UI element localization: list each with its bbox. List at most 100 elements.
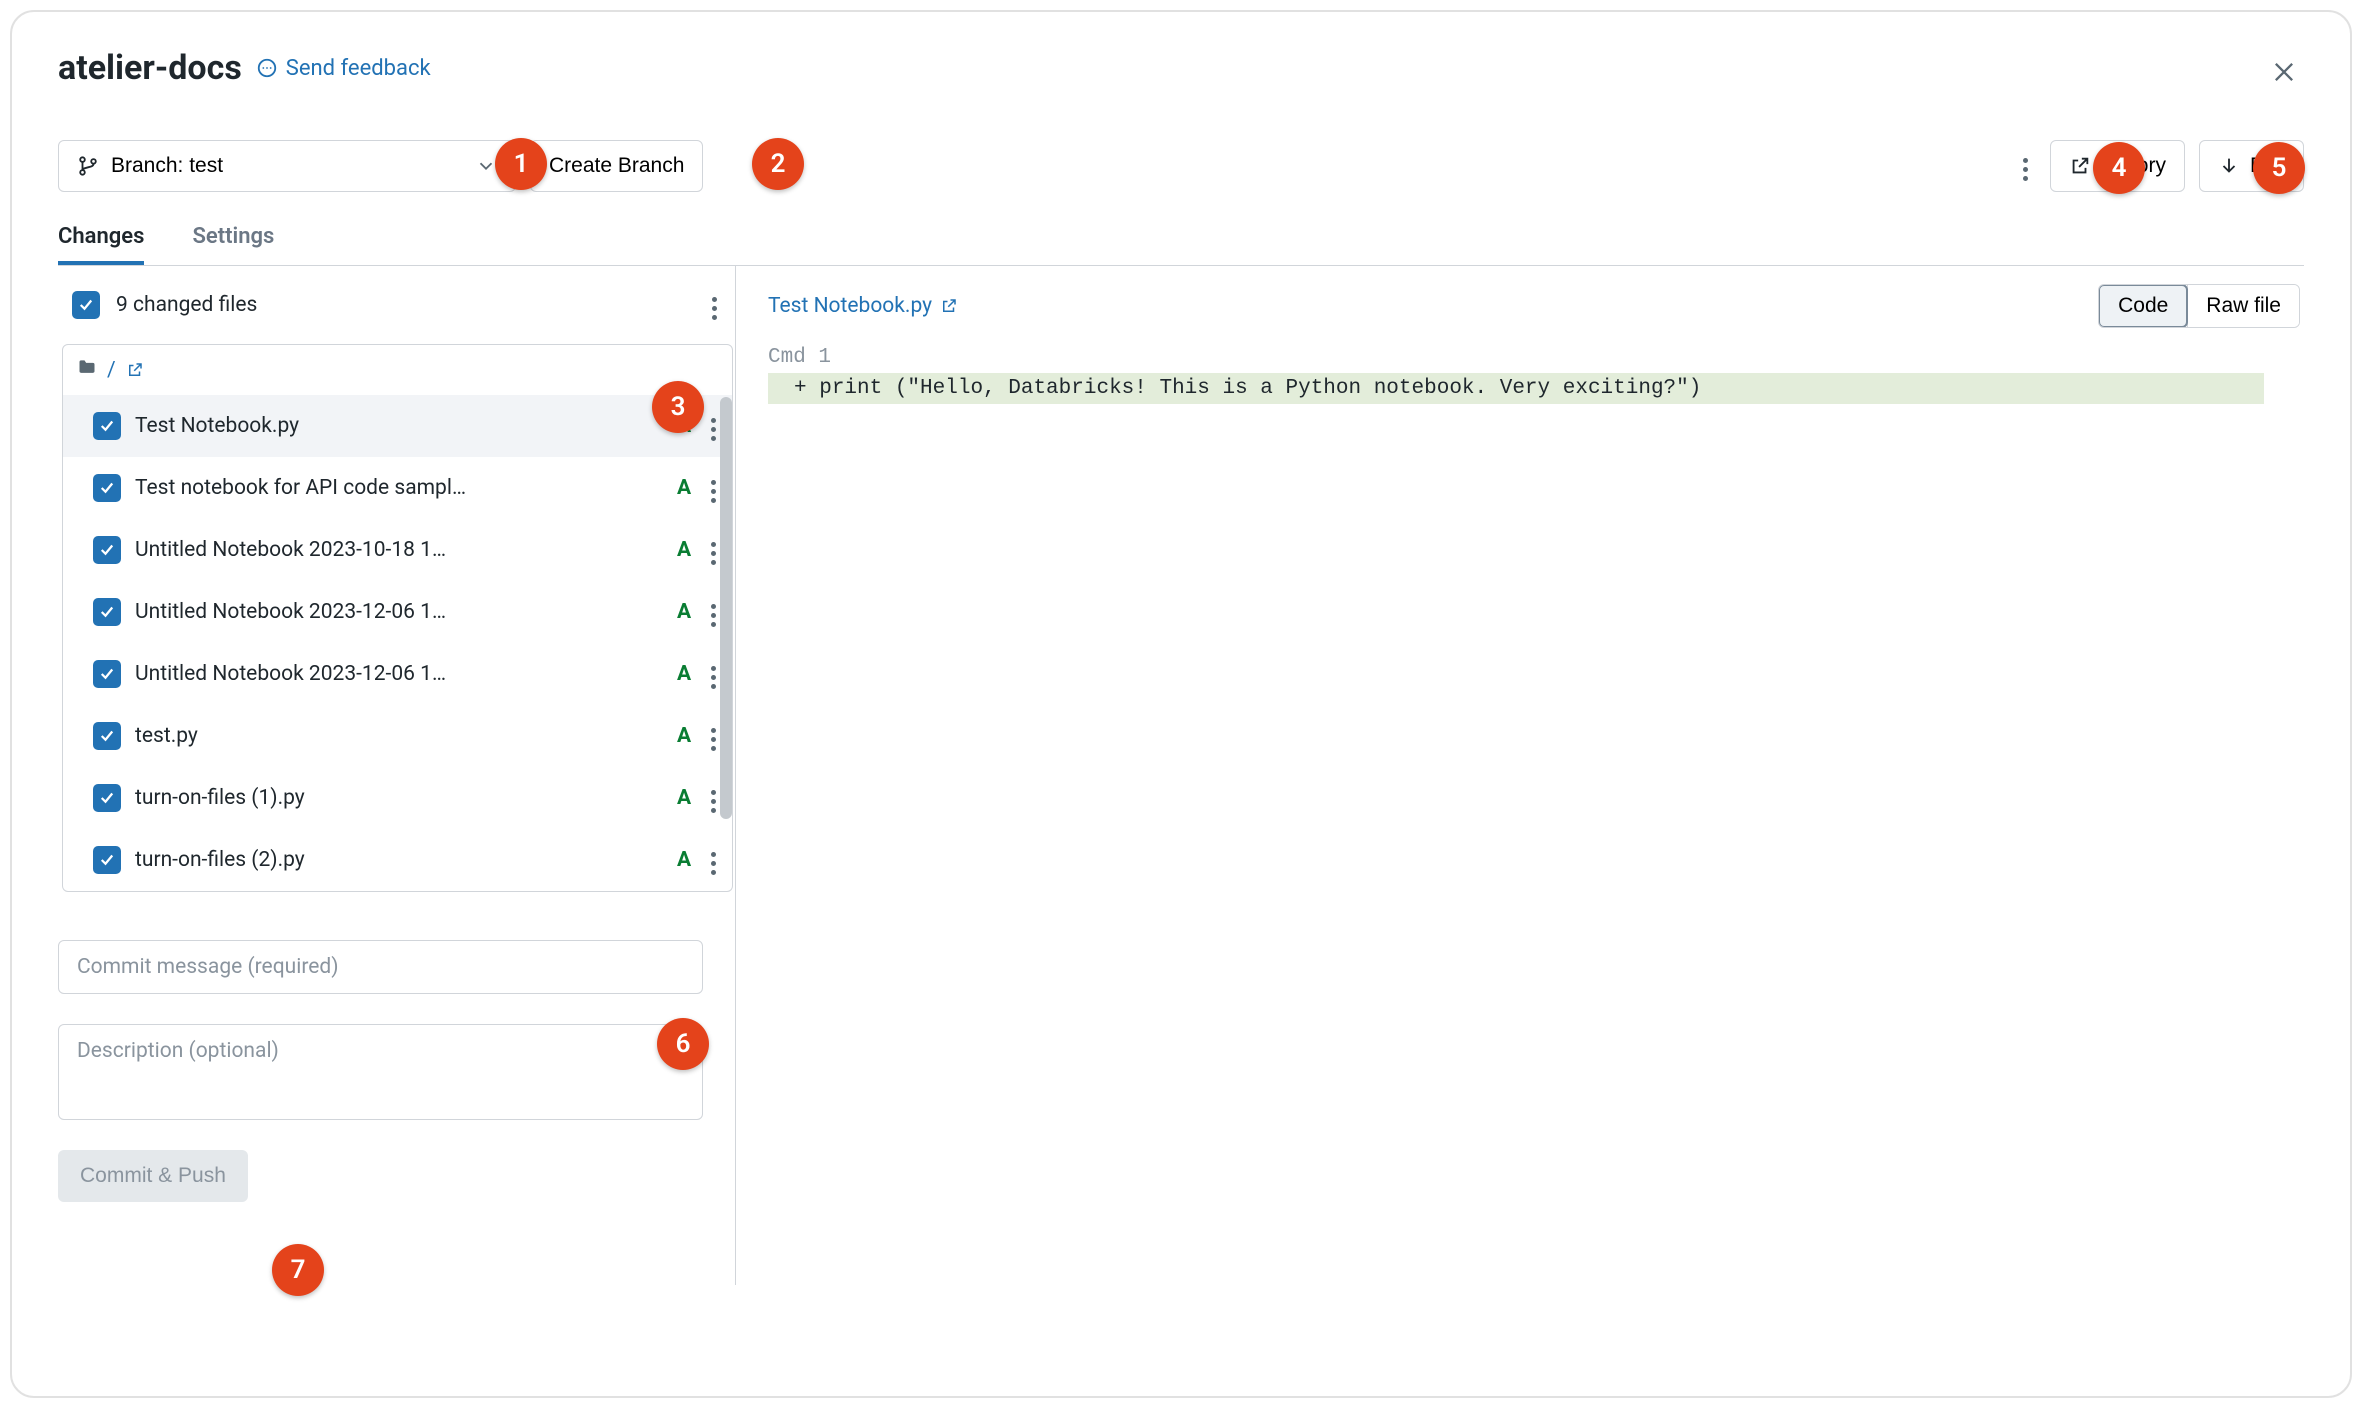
tab-changes[interactable]: Changes xyxy=(58,224,144,265)
kebab-icon xyxy=(711,480,716,503)
file-row[interactable]: Test notebook for API code sampl… A xyxy=(63,457,732,519)
send-feedback-link[interactable]: Send feedback xyxy=(256,56,431,81)
file-checkbox[interactable] xyxy=(93,536,121,564)
file-status: A xyxy=(673,724,695,748)
file-row-menu[interactable] xyxy=(709,531,718,569)
arrow-down-icon xyxy=(2218,155,2240,177)
file-row[interactable]: Test Notebook.pyA xyxy=(63,395,732,457)
toolbar: Branch: test Create Branch History Pull xyxy=(58,140,2304,192)
file-row-menu[interactable] xyxy=(709,469,718,507)
file-checkbox[interactable] xyxy=(93,598,121,626)
file-name: Untitled Notebook 2023-12-06 1… xyxy=(135,662,659,686)
changes-header: 9 changed files xyxy=(58,266,735,344)
file-checkbox[interactable] xyxy=(93,846,121,874)
folder-icon xyxy=(77,357,97,383)
root-folder-row[interactable]: / xyxy=(63,345,732,395)
file-row-menu[interactable] xyxy=(709,841,718,879)
create-branch-button[interactable]: Create Branch xyxy=(530,140,703,192)
cmd-label: Cmd 1 xyxy=(768,346,2300,369)
file-row-menu[interactable] xyxy=(709,655,718,693)
kebab-icon xyxy=(711,666,716,689)
file-status: A xyxy=(673,848,695,872)
close-icon xyxy=(2270,58,2298,86)
file-status: A xyxy=(673,786,695,810)
file-row[interactable]: Untitled Notebook 2023-10-18 1… A xyxy=(63,519,732,581)
file-list: Test Notebook.pyATest notebook for API c… xyxy=(63,395,732,891)
kebab-icon xyxy=(711,852,716,875)
commit-push-button[interactable]: Commit & Push xyxy=(58,1150,248,1202)
changes-summary: 9 changed files xyxy=(116,293,688,317)
preview-header: Test Notebook.py Code Raw file xyxy=(768,284,2300,328)
file-status: A xyxy=(673,476,695,500)
file-checkbox[interactable] xyxy=(93,412,121,440)
close-button[interactable] xyxy=(2264,52,2304,95)
dialog-header: atelier-docs Send feedback xyxy=(58,48,2304,88)
file-checkbox[interactable] xyxy=(93,660,121,688)
kebab-icon xyxy=(711,728,716,751)
file-row-menu[interactable] xyxy=(709,779,718,817)
changes-more-button[interactable] xyxy=(704,282,725,328)
tabs: Changes Settings xyxy=(58,224,2304,265)
external-link-icon xyxy=(126,361,144,379)
external-link-icon xyxy=(940,297,958,315)
annotation-badge: 7 xyxy=(272,1244,324,1296)
tab-settings[interactable]: Settings xyxy=(192,224,274,265)
commit-area: Commit & Push xyxy=(58,940,735,1202)
annotation-badge: 2 xyxy=(752,138,804,190)
file-row-menu[interactable] xyxy=(709,407,718,445)
annotation-badge: 1 xyxy=(495,138,547,190)
file-checkbox[interactable] xyxy=(93,784,121,812)
view-raw-button[interactable]: Raw file xyxy=(2187,285,2299,327)
branch-label: Branch: test xyxy=(111,154,223,178)
kebab-icon xyxy=(2023,158,2028,181)
file-name: turn-on-files (2).py xyxy=(135,848,659,872)
file-name: Untitled Notebook 2023-10-18 1… xyxy=(135,538,659,562)
branch-selector[interactable]: Branch: test xyxy=(58,140,516,192)
file-name: turn-on-files (1).py xyxy=(135,786,659,810)
kebab-icon xyxy=(712,297,717,320)
chevron-down-icon xyxy=(475,155,497,177)
file-row[interactable]: turn-on-files (1).py A xyxy=(63,767,732,829)
file-row[interactable]: test.py A xyxy=(63,705,732,767)
git-dialog: atelier-docs Send feedback Branch: test … xyxy=(10,10,2352,1398)
file-name: Untitled Notebook 2023-12-06 1… xyxy=(135,600,659,624)
commit-description-input[interactable] xyxy=(58,1024,703,1120)
content-area: 9 changed files / Test Notebook.pyATest … xyxy=(58,265,2304,1285)
select-all-checkbox[interactable] xyxy=(72,291,100,319)
file-row[interactable]: turn-on-files (2).py A xyxy=(63,829,732,891)
feedback-icon xyxy=(256,57,278,79)
file-name: Test notebook for API code sampl… xyxy=(135,476,659,500)
annotation-badge: 4 xyxy=(2093,142,2145,194)
file-row-menu[interactable] xyxy=(709,593,718,631)
file-checkbox[interactable] xyxy=(93,474,121,502)
changes-pane: 9 changed files / Test Notebook.pyATest … xyxy=(58,266,736,1285)
file-checkbox[interactable] xyxy=(93,722,121,750)
branch-icon xyxy=(77,155,99,177)
scrollbar-thumb[interactable] xyxy=(720,397,732,819)
annotation-badge: 6 xyxy=(657,1018,709,1070)
view-code-button[interactable]: Code xyxy=(2098,284,2188,328)
preview-pane: Test Notebook.py Code Raw file Cmd 1 pri… xyxy=(736,266,2304,1285)
file-row[interactable]: Untitled Notebook 2023-12-06 1… A xyxy=(63,643,732,705)
commit-message-input[interactable] xyxy=(58,940,703,994)
root-path-label: / xyxy=(107,358,116,382)
annotation-badge: 3 xyxy=(652,381,704,433)
diff-added-line: print ("Hello, Databricks! This is a Pyt… xyxy=(768,373,2278,404)
file-tree: / Test Notebook.pyATest notebook for API… xyxy=(62,344,733,892)
preview-file-link[interactable]: Test Notebook.py xyxy=(768,294,958,318)
kebab-icon xyxy=(711,542,716,565)
external-link-icon xyxy=(2069,155,2091,177)
annotation-badge: 5 xyxy=(2253,142,2305,194)
file-row-menu[interactable] xyxy=(709,717,718,755)
file-name: Test Notebook.py xyxy=(135,414,659,438)
file-status: A xyxy=(673,538,695,562)
file-status: A xyxy=(673,600,695,624)
repo-title: atelier-docs xyxy=(58,48,242,88)
diff-view: Cmd 1 print ("Hello, Databricks! This is… xyxy=(768,346,2300,404)
more-actions-button[interactable] xyxy=(2015,143,2036,189)
file-status: A xyxy=(673,662,695,686)
kebab-icon xyxy=(711,604,716,627)
view-mode-toggle: Code Raw file xyxy=(2098,284,2300,328)
file-name: test.py xyxy=(135,724,659,748)
file-row[interactable]: Untitled Notebook 2023-12-06 1… A xyxy=(63,581,732,643)
